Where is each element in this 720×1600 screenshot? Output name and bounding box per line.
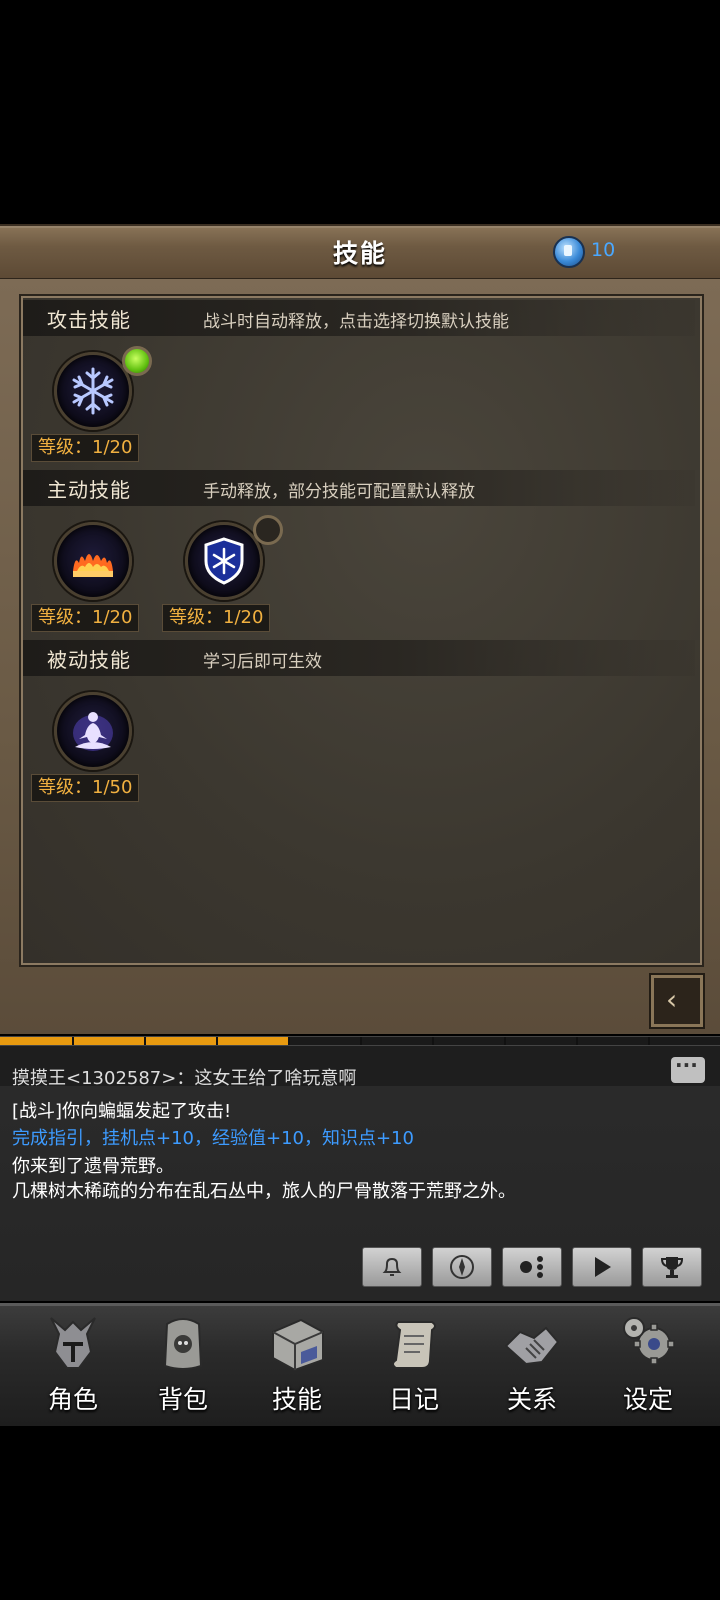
nav-label: 日记 [388, 1385, 439, 1414]
progress-tick [288, 1037, 290, 1045]
nav-label: 设定 [622, 1385, 673, 1414]
blue-book-icon [553, 236, 585, 268]
scroll-icon [392, 1321, 436, 1369]
play-icon [595, 1257, 611, 1277]
currency-value: 10 [591, 239, 616, 261]
play-button[interactable] [572, 1247, 632, 1287]
section-attack-skills: 攻击技能 战斗时自动释放，点击选择切换默认技能 [23, 300, 695, 336]
log-line: 完成指引，挂机点+10，经验值+10，知识点+10 [12, 1128, 414, 1149]
experience-progress-bar [0, 1036, 720, 1046]
backpack-icon [163, 1318, 203, 1370]
trophy-icon [660, 1257, 684, 1278]
section-title: 主动技能 [47, 478, 131, 502]
progress-tick [72, 1037, 74, 1045]
skill-ice-shield[interactable] [185, 522, 263, 600]
nav-skills[interactable]: 技能 [247, 1308, 347, 1420]
skill-level: 等级：1/50 [31, 774, 140, 802]
progress-tick [504, 1037, 506, 1045]
chat-line: 摸摸王<1302587>：这女王给了啥玩意啊 [12, 1068, 357, 1089]
nav-label: 背包 [157, 1385, 208, 1414]
skill-level: 等级：1/20 [31, 434, 140, 462]
chevron-left-icon: ‹ [666, 983, 678, 1016]
section-title: 被动技能 [47, 648, 131, 672]
default-skill-indicator[interactable] [253, 515, 283, 545]
skill-level: 等级：1/20 [162, 604, 271, 632]
skill-level: 等级：1/20 [31, 604, 140, 632]
log-line: 你来到了遗骨荒野。 [12, 1156, 174, 1177]
log-line: [战斗]你向蝙蝠发起了攻击! [12, 1101, 232, 1122]
log-line: 几棵树木稀疏的分布在乱石丛中，旅人的尸骨散落于荒野之外。 [12, 1181, 516, 1202]
ice-shield-icon [204, 537, 244, 585]
header-bar: 技能 10 [0, 224, 720, 281]
nav-settings[interactable]: 设定 [598, 1308, 698, 1420]
fire-icon [73, 554, 113, 577]
handshake-icon [504, 1326, 560, 1366]
section-desc: 手动释放，部分技能可配置默认释放 [203, 482, 475, 502]
progress-tick [216, 1037, 218, 1045]
nav-label: 关系 [506, 1385, 557, 1414]
skill-fire[interactable] [54, 522, 132, 600]
compass-button[interactable] [432, 1247, 492, 1287]
snowflake-icon [72, 367, 114, 415]
section-passive-skills: 被动技能 学习后即可生效 [23, 640, 695, 676]
progress-tick [144, 1037, 146, 1045]
gears-icon [623, 1317, 675, 1365]
dots-button[interactable] [502, 1247, 562, 1287]
nav-diary[interactable]: 日记 [364, 1308, 464, 1420]
trophy-button[interactable] [642, 1247, 702, 1287]
spellbook-icon [272, 1318, 324, 1372]
nav-character[interactable]: 角色 [23, 1308, 123, 1420]
skill-snowflake[interactable] [54, 352, 132, 430]
bell-icon [382, 1257, 402, 1276]
progress-tick [648, 1037, 650, 1045]
meditation-icon [73, 712, 113, 751]
helmet-icon [50, 1317, 96, 1369]
chat-bubble-icon[interactable] [671, 1053, 705, 1083]
nav-backpack[interactable]: 背包 [133, 1308, 233, 1420]
dots-icon [520, 1256, 543, 1278]
progress-tick [432, 1037, 434, 1045]
progress-tick [576, 1037, 578, 1045]
compass-icon [450, 1255, 474, 1279]
section-active-skills: 主动技能 手动释放，部分技能可配置默认释放 [23, 470, 695, 506]
nav-relations[interactable]: 关系 [482, 1308, 582, 1420]
section-desc: 战斗时自动释放，点击选择切换默认技能 [203, 312, 509, 332]
skill-meditation[interactable] [54, 692, 132, 770]
section-title: 攻击技能 [47, 308, 131, 332]
progress-tick [360, 1037, 362, 1045]
nav-label: 角色 [47, 1385, 98, 1414]
back-button[interactable]: ‹ [651, 975, 703, 1027]
nav-label: 技能 [271, 1385, 322, 1414]
bell-button[interactable] [362, 1247, 422, 1287]
section-desc: 学习后即可生效 [203, 652, 322, 672]
default-skill-indicator[interactable] [122, 346, 152, 376]
